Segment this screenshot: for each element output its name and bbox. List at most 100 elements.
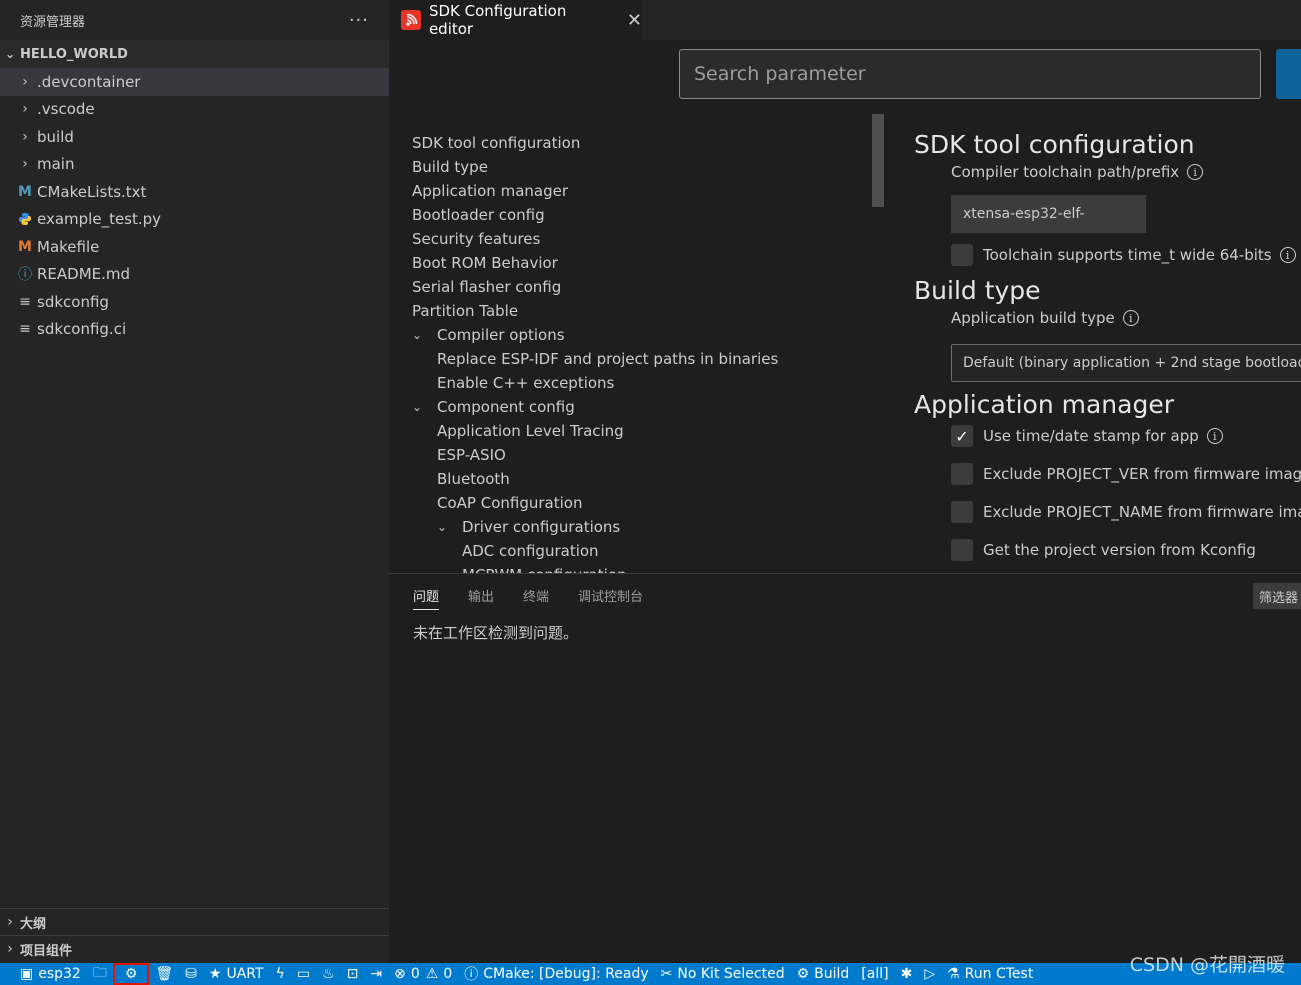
nav-item[interactable]: Application manager (412, 179, 872, 203)
tab-debug-console[interactable]: 调试控制台 (578, 586, 643, 610)
terminal-button[interactable]: ⊡ (341, 963, 365, 985)
open-folder-button[interactable]: 🗀 (87, 963, 113, 985)
tree-item-makefile[interactable]: M Makefile (0, 233, 389, 261)
build-button[interactable]: ⚙ Build (791, 963, 856, 985)
tab-terminal[interactable]: 终端 (523, 586, 549, 610)
debug-button[interactable]: ✱ (895, 963, 919, 985)
flash-button[interactable]: ϟ (270, 963, 291, 985)
nav-item[interactable]: Build type (412, 155, 872, 179)
tree-item-main[interactable]: › main (0, 151, 389, 179)
problems-message: 未在工作区检测到问题。 (413, 624, 579, 642)
nav-item[interactable]: Bootloader config (412, 203, 872, 227)
nav-scrollbar[interactable] (872, 114, 884, 207)
launch-button[interactable]: ▷ (918, 963, 941, 985)
components-section-header[interactable]: › 项目组件 (0, 935, 389, 962)
run-ctest-button[interactable]: ⚗ Run CTest (941, 963, 1039, 985)
info-icon[interactable]: i (1187, 164, 1204, 180)
tree-item-build[interactable]: › build (0, 123, 389, 151)
chevron-right-icon: › (22, 128, 28, 145)
info-icon[interactable]: i (1206, 428, 1223, 444)
tab-sdk-config-editor[interactable]: SDK Configuration editor ✕ (389, 0, 642, 40)
option-label: Exclude PROJECT_VER from firmware image (983, 465, 1301, 483)
nav-group-component-config[interactable]: ⌄ Component config (412, 395, 872, 419)
bug-icon: ✱ (900, 966, 913, 982)
cmake-status[interactable]: ⓘ CMake: [Debug]: Ready (458, 963, 654, 985)
nav-group-driver-configurations[interactable]: ⌄ Driver configurations (412, 515, 872, 539)
flash-method-uart[interactable]: ★ UART (203, 963, 270, 985)
toolchain-path-input[interactable]: xtensa-esp32-elf- (951, 195, 1146, 233)
run-task-button[interactable]: ⇥ (364, 963, 388, 985)
chevron-down-icon: ⌄ (437, 520, 448, 534)
nav-item[interactable]: Security features (412, 227, 872, 251)
nav-item[interactable]: Boot ROM Behavior (412, 251, 872, 275)
project-folder-header[interactable]: ⌄ HELLO_WORLD (0, 40, 389, 68)
flask-icon: ⚗ (947, 966, 960, 982)
uart-label: UART (226, 966, 264, 982)
tree-item-label: CMakeLists.txt (37, 182, 147, 201)
warning-icon: ⚠ (425, 966, 439, 982)
outline-section-header[interactable]: › 大纲 (0, 908, 389, 935)
tree-item-label: .vscode (37, 100, 95, 119)
nav-item[interactable]: ADC configuration (412, 539, 872, 563)
nav-item[interactable]: SDK tool configuration (412, 131, 872, 155)
nav-item[interactable]: Bluetooth (412, 467, 872, 491)
info-icon[interactable]: i (1279, 247, 1296, 263)
nav-item[interactable]: Partition Table (412, 299, 872, 323)
exclude-ver-checkbox[interactable] (951, 463, 973, 485)
target-selector[interactable]: ▣ esp32 (0, 963, 87, 985)
tree-item-sdkconfig-ci[interactable]: ≡ sdkconfig.ci (0, 316, 389, 344)
python-icon (14, 212, 36, 226)
tree-item-vscode[interactable]: › .vscode (0, 96, 389, 124)
explorer-title: 资源管理器 (20, 14, 86, 30)
app-build-type-label: Application build type i (914, 309, 1301, 327)
kit-selector[interactable]: ✂ No Kit Selected (655, 963, 791, 985)
time64-checkbox[interactable] (951, 244, 973, 266)
app-build-type-select[interactable]: Default (binary application + 2nd stage … (951, 344, 1301, 382)
save-button[interactable] (1276, 49, 1301, 99)
option-label: Toolchain supports time_t wide 64-bits (983, 246, 1272, 264)
nav-item[interactable]: Enable C++ exceptions (412, 371, 872, 395)
tab-problems[interactable]: 问题 (413, 586, 440, 610)
full-clean-button[interactable]: 🗑 (149, 963, 179, 985)
nav-item[interactable]: Application Level Tracing (412, 419, 872, 443)
tree-item-example-test[interactable]: example_test.py (0, 206, 389, 234)
flash-method-button[interactable]: ⛁ (179, 963, 203, 985)
error-count: 0 (410, 966, 420, 982)
chevron-right-icon: › (22, 156, 28, 173)
info-icon: ⓘ (464, 967, 479, 983)
database-icon: ⛁ (185, 966, 197, 982)
tree-item-devcontainer[interactable]: › .devcontainer (0, 68, 389, 96)
nav-item[interactable]: ESP-ASIO (412, 443, 872, 467)
tree-item-readme[interactable]: ⓘ README.md (0, 261, 389, 289)
info-icon[interactable]: i (1122, 310, 1139, 326)
build-target-selector[interactable]: [all] (855, 963, 894, 985)
tree-item-sdkconfig[interactable]: ≡ sdkconfig (0, 288, 389, 316)
search-input[interactable]: Search parameter (679, 49, 1261, 99)
monitor-button[interactable]: ▭ (291, 963, 316, 985)
build-flash-monitor-button[interactable]: ♨ (316, 963, 341, 985)
nav-item[interactable]: CoAP Configuration (412, 491, 872, 515)
tree-item-label: sdkconfig.ci (37, 320, 127, 339)
components-label: 项目组件 (20, 943, 73, 959)
project-version-checkbox[interactable] (951, 539, 973, 561)
chevron-down-icon: ⌄ (4, 47, 16, 61)
sdk-config-button[interactable]: ⚙ (112, 963, 150, 985)
tab-title: SDK Configuration editor (428, 2, 567, 38)
info-icon: ⓘ (18, 267, 32, 284)
kit-label: No Kit Selected (677, 966, 785, 982)
tree-item-label: main (37, 155, 75, 174)
close-icon[interactable]: ✕ (627, 10, 642, 31)
cmake-icon: M (18, 183, 32, 200)
nav-item[interactable]: MCPWM configuration (412, 563, 872, 573)
tree-item-cmakelists[interactable]: M CMakeLists.txt (0, 178, 389, 206)
timestamp-checkbox[interactable]: ✓ (951, 425, 973, 447)
config-content: SDK tool configuration Compiler toolchai… (914, 120, 1301, 569)
problems-indicator[interactable]: ⊗ 0 ⚠ 0 (388, 963, 458, 985)
filter-input[interactable]: 筛选器 (1253, 583, 1301, 609)
nav-group-compiler-options[interactable]: ⌄ Compiler options (412, 323, 872, 347)
tab-output[interactable]: 输出 (468, 586, 494, 610)
nav-item[interactable]: Replace ESP-IDF and project paths in bin… (412, 347, 872, 371)
more-actions-button[interactable]: ··· (349, 10, 369, 31)
exclude-name-checkbox[interactable] (951, 501, 973, 523)
nav-item[interactable]: Serial flasher config (412, 275, 872, 299)
